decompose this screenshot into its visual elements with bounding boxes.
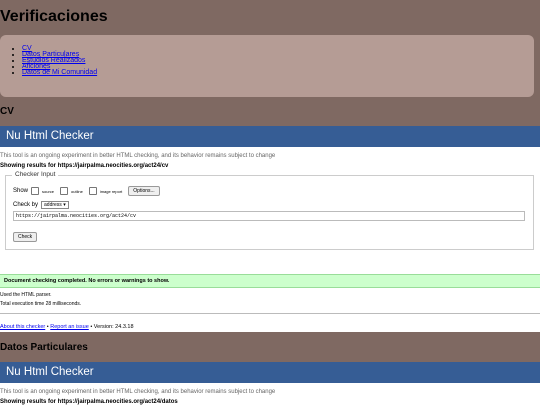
outline-checkbox[interactable] xyxy=(60,187,69,195)
checker-header: Nu Html Checker xyxy=(0,126,540,147)
options-button[interactable]: Options... xyxy=(128,186,160,196)
url-input[interactable]: https://jairpalma.neocities.org/act24/cv xyxy=(13,211,525,221)
nav-link-comunidad[interactable]: Datos de Mi Comunidad xyxy=(22,69,97,76)
check-button[interactable]: Check xyxy=(13,232,38,242)
section-heading-particulares: Datos Particulares xyxy=(0,342,88,353)
checker-header-2: Nu Html Checker xyxy=(0,362,540,383)
about-checker-link[interactable]: About this checker xyxy=(0,324,45,330)
source-checkbox[interactable] xyxy=(31,187,40,195)
checker-input-legend: Checker Input xyxy=(12,171,59,178)
show-row: Show source outline image report Options… xyxy=(13,186,526,196)
checker-frame-cv: Nu Html Checker This tool is an ongoing … xyxy=(0,126,540,332)
execution-time: Total execution time 28 milliseconds. xyxy=(0,301,82,307)
report-issue-link[interactable]: Report an issue xyxy=(50,324,89,330)
check-by-select[interactable]: address ▾ xyxy=(41,201,69,209)
version-text: • Version: 24.3.18 xyxy=(90,324,134,330)
check-by-row: Check by address ▾ xyxy=(13,201,526,209)
check-by-label: Check by xyxy=(13,202,39,208)
image-report-checkbox[interactable] xyxy=(88,187,97,195)
nav-item-comunidad: Datos de Mi Comunidad xyxy=(22,69,97,76)
outline-label: outline xyxy=(71,188,83,194)
chevron-down-icon: ▾ xyxy=(63,202,66,208)
showing-results: Showing results for https://jairpalma.ne… xyxy=(0,163,169,169)
show-label: Show xyxy=(13,188,29,194)
image-report-label: image report xyxy=(99,188,123,194)
check-button-row: Check xyxy=(13,225,526,243)
success-message: Document checking completed. No errors o… xyxy=(0,274,540,288)
source-label: source xyxy=(42,188,55,194)
check-by-value: address xyxy=(44,202,62,208)
section-heading-cv: CV xyxy=(0,106,14,117)
footer-separator: • xyxy=(46,324,49,330)
parser-info: Used the HTML parser. xyxy=(0,292,52,298)
checker-input-fieldset: Checker Input Show source outline image … xyxy=(5,171,534,250)
checker-intro: This tool is an ongoing experiment in be… xyxy=(0,153,276,159)
showing-results-2: Showing results for https://jairpalma.ne… xyxy=(0,399,178,405)
nav-box: CV Datos Particulares Estudios Realizado… xyxy=(0,35,534,97)
checker-intro-2: This tool is an ongoing experiment in be… xyxy=(0,389,276,395)
page-title: Verificaciones xyxy=(0,8,108,25)
nav-list: CV Datos Particulares Estudios Realizado… xyxy=(0,45,97,76)
checker-footer: About this checker • Report an issue • V… xyxy=(0,314,540,330)
